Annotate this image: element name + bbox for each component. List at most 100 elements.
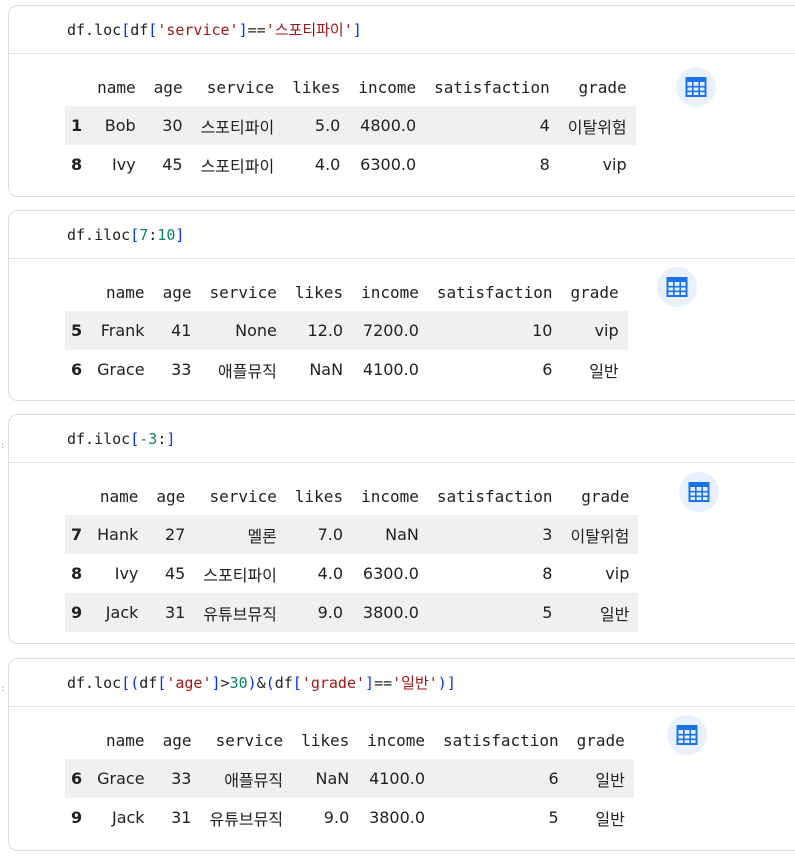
cell-service: 애플뮤직 bbox=[224, 770, 284, 790]
column-header-age: age bbox=[162, 731, 192, 750]
convert-to-interactive-table-button[interactable] bbox=[657, 267, 697, 307]
table-row: 1 Bob 30 스포티파이 5.0 4800.0 4 이탈위험 bbox=[65, 106, 636, 145]
cell-grade: vip bbox=[594, 321, 619, 340]
cell-income: NaN bbox=[385, 525, 419, 544]
cell-satisfaction: 8 bbox=[542, 564, 553, 583]
cell-likes: 4.0 bbox=[317, 564, 344, 583]
cell-service: 애플뮤직 bbox=[218, 361, 277, 381]
code-editor[interactable]: df.loc[df['service']=='스포티파이'] bbox=[9, 6, 795, 54]
convert-to-interactive-table-button[interactable] bbox=[667, 715, 707, 755]
notebook-cell-1[interactable]: df.loc[df['service']=='스포티파이'] name age se… bbox=[8, 5, 795, 197]
code-token: [ bbox=[130, 226, 140, 244]
cell-age: 45 bbox=[162, 155, 183, 174]
code-token: 'grade' bbox=[301, 674, 366, 692]
cell-income: 3800.0 bbox=[362, 603, 419, 622]
code-token: ] bbox=[365, 674, 375, 692]
code-token: ] bbox=[175, 226, 185, 244]
cell-service: 유튜브뮤직 bbox=[209, 809, 284, 829]
table-row: 6 Grace 33 애플뮤직 NaN 4100.0 6 일반 bbox=[65, 759, 634, 798]
notebook-cell-3[interactable]: df.iloc[-3:] name age service likes income sa… bbox=[8, 414, 795, 644]
cell-age: 27 bbox=[164, 525, 186, 544]
cell-grade: 일반 bbox=[595, 770, 625, 790]
cell-income: 7200.0 bbox=[362, 321, 419, 340]
column-header-age: age bbox=[153, 78, 183, 97]
table-row: 8 Ivy 45 스포티파이 4.0 6300.0 8 vip bbox=[65, 554, 638, 593]
table-row: 8 Ivy 45 스포티파이 4.0 6300.0 8 vip bbox=[65, 145, 636, 184]
cell-grade: vip bbox=[602, 155, 627, 174]
code-editor[interactable]: df.iloc[7:10] bbox=[9, 211, 795, 259]
cell-income: 4100.0 bbox=[369, 769, 426, 788]
cell-age: 41 bbox=[171, 321, 192, 340]
output-area: name age service likes income satisfaction gra… bbox=[9, 463, 795, 643]
cell-name: Grace bbox=[97, 769, 145, 788]
convert-to-interactive-table-button[interactable] bbox=[676, 67, 716, 107]
row-index: 8 bbox=[71, 155, 83, 174]
cell-grade: 일반 bbox=[589, 361, 619, 381]
code-token: ) bbox=[247, 674, 257, 692]
cell-service: None bbox=[235, 321, 277, 340]
row-index: 1 bbox=[71, 116, 83, 135]
cell-satisfaction: 10 bbox=[532, 321, 553, 340]
row-index: 6 bbox=[71, 360, 83, 379]
code-token: [( bbox=[121, 674, 140, 692]
column-header-service: service bbox=[215, 731, 284, 750]
code-token: df bbox=[274, 674, 293, 692]
code-token: 'age' bbox=[166, 674, 212, 692]
cell-name: Hank bbox=[97, 525, 139, 544]
column-header-service: service bbox=[206, 78, 275, 97]
table-header-row: name age service likes income satisfaction gra… bbox=[65, 69, 636, 106]
cell-likes: 7.0 bbox=[317, 525, 344, 544]
cell-age: 45 bbox=[164, 564, 186, 583]
code-token: 7 bbox=[139, 226, 149, 244]
table-header-row: name age service likes income satisfaction gra… bbox=[65, 274, 628, 311]
index-header bbox=[65, 478, 88, 515]
code-token: [ bbox=[292, 674, 302, 692]
code-token: df bbox=[130, 21, 149, 39]
convert-to-interactive-table-button[interactable] bbox=[679, 472, 719, 512]
column-header-likes: likes bbox=[301, 731, 350, 750]
cell-satisfaction: 6 bbox=[542, 360, 553, 379]
column-header-income: income bbox=[367, 731, 426, 750]
cell-name: Ivy bbox=[112, 155, 136, 174]
table-row: 7 Hank 27 멜론 7.0 NaN 3 이탈위험 bbox=[65, 515, 639, 554]
code-editor[interactable]: df.iloc[-3:] bbox=[9, 415, 795, 463]
index-header bbox=[65, 274, 88, 311]
cell-income: 4800.0 bbox=[360, 116, 417, 135]
notebook-cell-4[interactable]: df.loc[(df['age']>30)&(df['grade']=='일반'… bbox=[8, 658, 795, 851]
column-header-income: income bbox=[358, 78, 417, 97]
cell-likes: 5.0 bbox=[314, 116, 341, 135]
code-token: ( bbox=[265, 674, 275, 692]
cell-age: 33 bbox=[171, 769, 192, 788]
cell-name: Jack bbox=[105, 603, 139, 622]
dataframe-table: name age service likes income satisfaction gra… bbox=[65, 478, 639, 632]
table-row: 6 Grace 33 애플뮤직 NaN 4100.0 6 일반 bbox=[65, 350, 628, 389]
cell-name: Jack bbox=[111, 808, 145, 827]
table-grid-icon bbox=[688, 482, 710, 502]
column-header-name: name bbox=[99, 487, 139, 506]
column-header-income: income bbox=[361, 487, 419, 506]
table-grid-icon bbox=[676, 725, 698, 745]
cell-satisfaction: 6 bbox=[548, 769, 559, 788]
code-token: [ bbox=[130, 430, 140, 448]
row-index: 9 bbox=[71, 808, 83, 827]
cell-service: 멜론 bbox=[247, 526, 277, 546]
code-token: ] bbox=[352, 21, 362, 39]
code-token: [ bbox=[157, 674, 167, 692]
code-token: : bbox=[148, 226, 158, 244]
cell-name: Ivy bbox=[114, 564, 139, 583]
code-editor[interactable]: df.loc[(df['age']>30)&(df['grade']=='일반'… bbox=[9, 659, 795, 707]
cell-service: 유튜브뮤직 bbox=[203, 604, 277, 624]
code-token: df.iloc bbox=[67, 430, 131, 448]
cell-service: 스포티파이 bbox=[200, 117, 275, 137]
code-token: ] bbox=[238, 21, 248, 39]
cell-likes: 4.0 bbox=[314, 155, 341, 174]
cell-margin-marker: : bbox=[0, 684, 6, 694]
cell-likes: 9.0 bbox=[323, 808, 350, 827]
index-header bbox=[65, 69, 88, 106]
dataframe-table: name age service likes income satisfaction gra… bbox=[65, 722, 634, 837]
cell-likes: 12.0 bbox=[307, 321, 344, 340]
code-token: : bbox=[157, 430, 167, 448]
code-token: ] bbox=[211, 674, 221, 692]
notebook-cell-2[interactable]: df.iloc[7:10] name age service likes income s… bbox=[8, 210, 795, 401]
cell-grade: vip bbox=[605, 564, 630, 583]
